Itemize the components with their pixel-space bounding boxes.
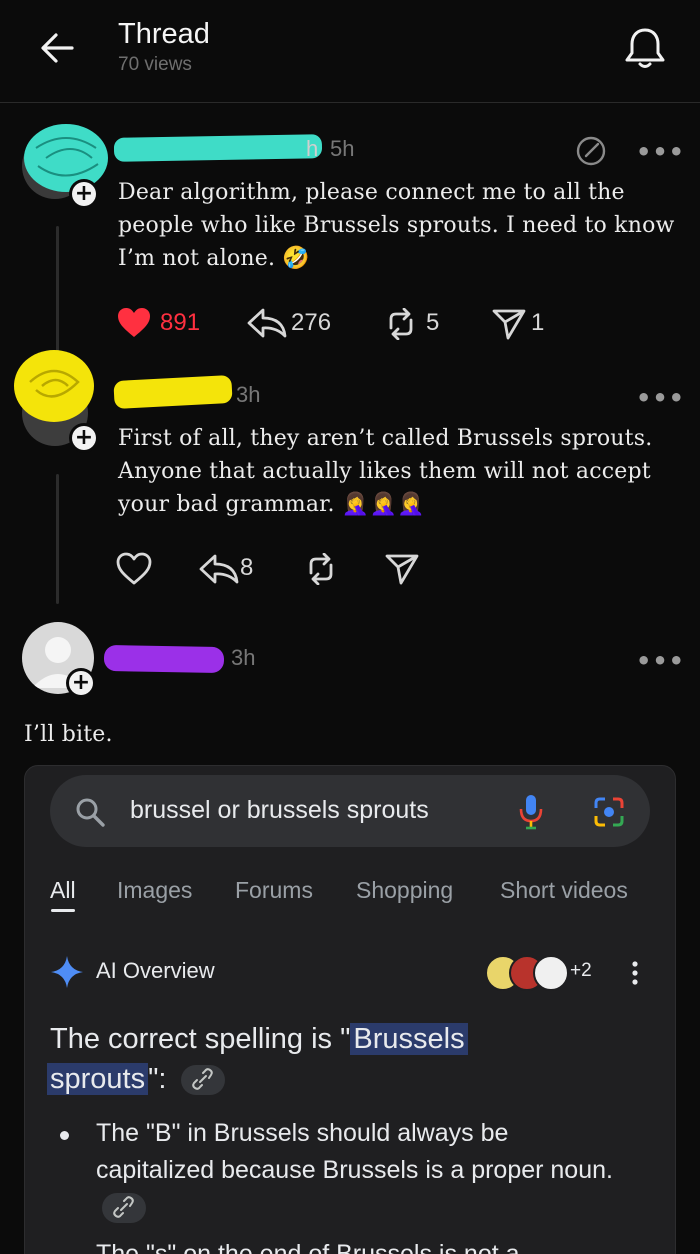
bullet-dot	[60, 1131, 69, 1140]
header-divider	[0, 102, 700, 103]
tab-shopping: Shopping	[356, 877, 454, 903]
tab-all: All	[50, 877, 76, 903]
ai-answer-prefix: The correct spelling is "	[50, 1023, 351, 1055]
follow-plus-button[interactable]: +	[69, 179, 99, 209]
ai-answer-suffix: ":	[148, 1063, 167, 1095]
username-redaction	[113, 374, 233, 410]
microphone-icon	[516, 793, 546, 831]
reply-count: 276	[291, 309, 332, 336]
heart-filled-icon[interactable]	[116, 306, 152, 340]
ai-answer-highlight: sprouts	[47, 1063, 149, 1095]
redaction-scribble-teal	[16, 118, 112, 198]
kebab-menu-icon	[631, 960, 639, 986]
more-sources-count: +2	[570, 960, 592, 981]
repost-count: 5	[426, 309, 440, 336]
ai-answer: The correct spelling is " Brussels sprout…	[47, 1019, 650, 1099]
edited-circle-icon	[575, 135, 607, 167]
reply-icon[interactable]	[198, 552, 240, 586]
tab-forums: Forums	[235, 877, 313, 903]
share-send-icon[interactable]	[384, 552, 420, 586]
ai-bullet-1: The "B" in Brussels should always be cap…	[96, 1119, 613, 1184]
follow-plus-button[interactable]: +	[66, 668, 96, 698]
more-options-icon[interactable]: •••	[636, 138, 685, 166]
username-redaction	[113, 134, 323, 162]
gemini-sparkle-icon	[50, 955, 84, 989]
like-count: 891	[160, 309, 201, 336]
follow-plus-button[interactable]: +	[69, 423, 99, 453]
post-time: 3h	[231, 645, 256, 670]
wikipedia-favicon-icon	[533, 955, 569, 991]
more-options-icon[interactable]: •••	[636, 384, 685, 412]
heart-outline-icon[interactable]	[116, 552, 152, 586]
bell-icon[interactable]	[622, 24, 668, 72]
post-time: 5h	[330, 136, 355, 161]
ai-overview-label: AI Overview	[96, 958, 215, 983]
username-redaction	[103, 644, 225, 674]
more-options-icon[interactable]: •••	[636, 647, 685, 675]
reply-count: 8	[240, 554, 254, 581]
page-title: Thread	[118, 18, 210, 50]
post-text: First of all, they aren’t called Brussel…	[118, 426, 653, 517]
reply-icon[interactable]	[246, 306, 288, 340]
tab-short-videos: Short videos	[500, 877, 628, 903]
tab-images: Images	[117, 877, 193, 903]
link-chip-icon	[102, 1193, 146, 1224]
ai-bullet-text: The "B" in Brussels should always be cap…	[96, 1115, 616, 1226]
tab-all-indicator	[51, 909, 75, 912]
ai-bullet-2-partial: The "s" on the end of Brussels is not a	[96, 1240, 520, 1254]
post-time: 3h	[236, 382, 261, 407]
lens-camera-icon	[592, 796, 626, 828]
post-text: I’ll bite.	[24, 722, 113, 747]
thread-line	[56, 474, 59, 604]
thread-line	[56, 226, 59, 352]
search-query: brussel or brussels sprouts	[130, 796, 429, 824]
share-count: 1	[531, 309, 545, 336]
redaction-scribble-yellow	[8, 346, 98, 426]
ai-answer-highlight: Brussels	[350, 1023, 468, 1055]
repost-icon[interactable]	[383, 307, 419, 341]
link-chip-icon	[180, 1065, 225, 1096]
post-username-tail: h	[306, 136, 319, 161]
repost-icon[interactable]	[303, 552, 339, 586]
post-text: Dear algorithm, please connect me to all…	[118, 180, 675, 271]
search-icon	[74, 796, 106, 828]
view-count: 70 views	[118, 54, 192, 75]
back-arrow-icon[interactable]	[38, 28, 78, 68]
share-send-icon[interactable]	[491, 307, 527, 341]
